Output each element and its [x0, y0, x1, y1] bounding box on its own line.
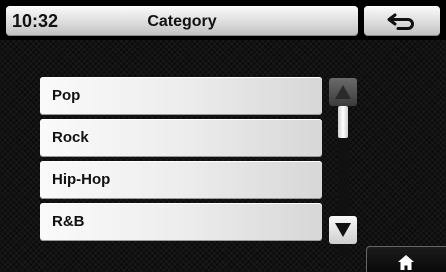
list-item[interactable]: R&B: [40, 203, 322, 241]
list-item-label: R&B: [52, 213, 85, 230]
list-item-label: Hip-Hop: [52, 171, 111, 188]
scroll-up-arrow-icon: [335, 85, 351, 99]
home-icon: [398, 255, 414, 270]
list-item[interactable]: Hip-Hop: [40, 161, 322, 199]
scroll-down-button[interactable]: [329, 216, 357, 244]
title-bar: 10:32 Category: [6, 6, 358, 36]
back-arrow-icon: [387, 13, 414, 30]
scroll-down-arrow-icon: [335, 223, 351, 237]
list-item[interactable]: Pop: [40, 77, 322, 115]
scroll-up-button[interactable]: [329, 78, 357, 106]
category-list-area: Pop Rock Hip-Hop R&B: [0, 40, 446, 272]
home-button[interactable]: [366, 246, 446, 272]
list-item-label: Pop: [52, 87, 81, 104]
scrollbar-thumb[interactable]: [338, 106, 348, 138]
list-item-label: Rock: [52, 129, 89, 146]
page-title: Category: [147, 13, 217, 30]
screen: 10:32 Category Pop Rock Hip-Hop R&B: [0, 0, 446, 272]
list-item[interactable]: Rock: [40, 119, 322, 157]
back-button[interactable]: [364, 6, 440, 36]
